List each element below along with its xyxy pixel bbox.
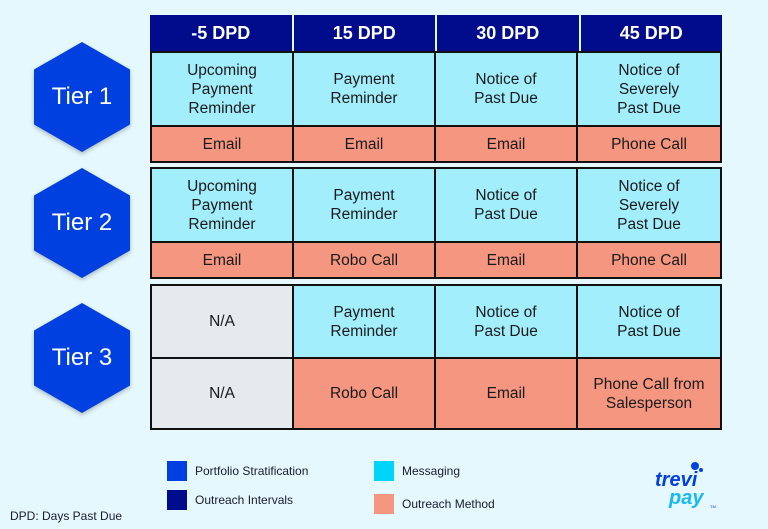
tier-1-method-4: Phone Call xyxy=(578,127,720,161)
tier-3-messaging-4: Notice of Past Due xyxy=(578,286,720,359)
tier-3-block: N/A Payment Reminder Notice of Past Due … xyxy=(150,284,722,430)
legend-outreach-intervals: Outreach Intervals xyxy=(167,490,293,510)
tier-2-messaging-2: Payment Reminder xyxy=(294,169,436,243)
legend-swatch xyxy=(374,494,394,514)
tier-3-hexagon: Tier 3 xyxy=(34,303,130,413)
tier-2-hexagon: Tier 2 xyxy=(34,168,130,278)
tier-3-method-1: N/A xyxy=(152,359,294,428)
tier-2-block: Upcoming Payment Reminder Payment Remind… xyxy=(150,167,722,279)
tier-3-method-3: Email xyxy=(436,359,578,428)
tier-2-label: Tier 2 xyxy=(51,209,113,236)
tier-3-method-4: Phone Call from Salesperson xyxy=(578,359,720,428)
tier-1-messaging-3: Notice of Past Due xyxy=(436,53,578,127)
tier-1-label: Tier 1 xyxy=(51,83,113,110)
tier-3-messaging-2: Payment Reminder xyxy=(294,286,436,359)
legend-portfolio-stratification: Portfolio Stratification xyxy=(167,461,308,481)
tier-1-messaging-1: Upcoming Payment Reminder xyxy=(152,53,294,127)
tier-2-method-4: Phone Call xyxy=(578,243,720,277)
legend-label: Portfolio Stratification xyxy=(195,464,309,478)
tier-2-messaging-1: Upcoming Payment Reminder xyxy=(152,169,294,243)
tier-2-messaging-3: Notice of Past Due xyxy=(436,169,578,243)
trevipay-logo: trevi pay TM xyxy=(655,460,725,510)
legend-outreach-method: Outreach Method xyxy=(374,494,495,514)
tier-1-method-2: Email xyxy=(294,127,436,161)
header-col-3: 30 DPD xyxy=(437,15,581,51)
tier-1-messaging-4: Notice of Severely Past Due xyxy=(578,53,720,127)
tier-3-method-2: Robo Call xyxy=(294,359,436,428)
legend-label: Outreach Intervals xyxy=(195,493,294,507)
footnote: DPD: Days Past Due xyxy=(10,509,123,523)
tier-2-method-3: Email xyxy=(436,243,578,277)
legend-swatch xyxy=(374,461,394,481)
tier-3-messaging-3: Notice of Past Due xyxy=(436,286,578,359)
tier-2-messaging-4: Notice of Severely Past Due xyxy=(578,169,720,243)
tier-1-messaging-2: Payment Reminder xyxy=(294,53,436,127)
tier-2-method-2: Robo Call xyxy=(294,243,436,277)
tier-1-method-3: Email xyxy=(436,127,578,161)
tier-1-block: Upcoming Payment Reminder Payment Remind… xyxy=(150,51,722,163)
header-col-1: -5 DPD xyxy=(150,15,294,51)
header-col-4: 45 DPD xyxy=(580,15,722,51)
logo-text-pay: pay xyxy=(668,487,704,509)
legend-swatch xyxy=(167,490,187,510)
tier-1-method-1: Email xyxy=(152,127,294,161)
legend-label: Outreach Method xyxy=(402,497,495,511)
interval-header: -5 DPD 15 DPD 30 DPD 45 DPD xyxy=(150,15,722,51)
logo-trademark: TM xyxy=(710,504,716,509)
legend-label: Messaging xyxy=(402,464,461,478)
legend-swatch xyxy=(167,461,187,481)
tier-1-hexagon: Tier 1 xyxy=(34,42,130,152)
tier-3-label: Tier 3 xyxy=(51,344,113,371)
tier-3-messaging-1: N/A xyxy=(152,286,294,359)
tier-2-method-1: Email xyxy=(152,243,294,277)
header-col-2: 15 DPD xyxy=(293,15,437,51)
legend-messaging: Messaging xyxy=(374,461,460,481)
